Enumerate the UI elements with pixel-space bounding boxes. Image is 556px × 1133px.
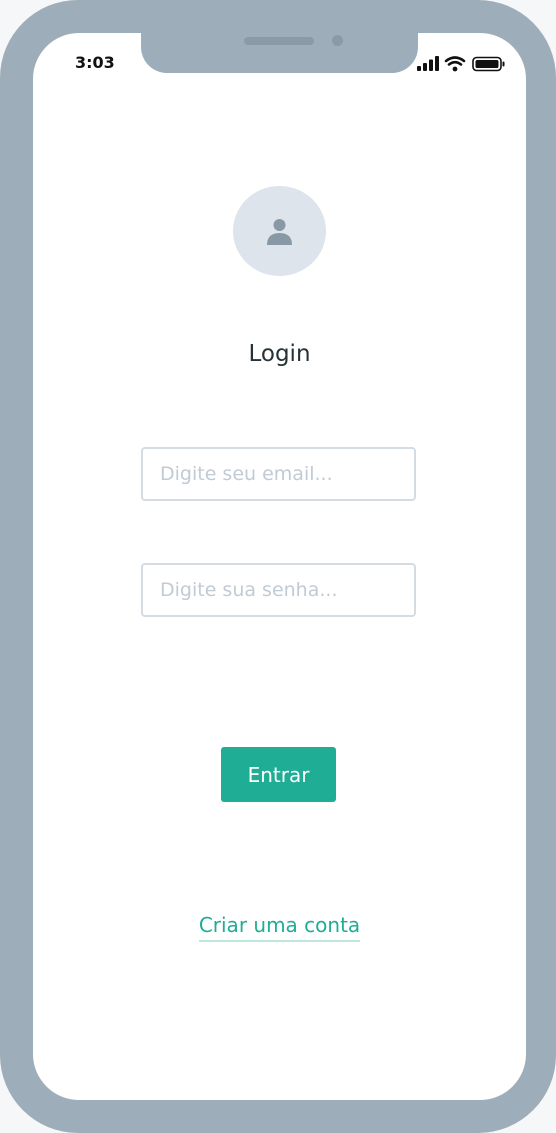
status-icons [417,56,509,74]
front-camera [332,35,343,46]
battery-icon [472,56,505,72]
user-icon [267,219,292,245]
phone-notch [141,33,418,73]
wifi-icon [444,56,466,72]
cellular-signal-icon [417,56,439,71]
phone-screen: 3:03 Login Digite seu email... Entrar Cr… [33,33,526,1100]
speaker-grille [244,37,314,45]
create-account-link[interactable]: Criar uma conta [198,913,361,942]
login-button[interactable]: Entrar [221,747,336,802]
status-time: 3:03 [75,53,115,72]
password-field[interactable] [141,563,416,617]
page-title: Login [248,341,311,367]
phone-frame: 3:03 Login Digite seu email... Entrar Cr… [0,0,556,1133]
create-account-container: Criar uma conta [33,913,526,942]
email-field[interactable] [141,447,416,501]
avatar [233,186,326,276]
